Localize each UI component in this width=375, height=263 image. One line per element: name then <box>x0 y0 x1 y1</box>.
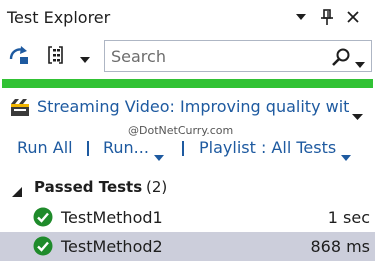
passed-check-icon <box>33 207 53 227</box>
test-row[interactable]: TestMethod1 1 sec <box>0 203 375 232</box>
test-name: TestMethod2 <box>61 237 163 256</box>
playlist-icon <box>9 97 31 119</box>
playlist-selector[interactable]: Streaming Video: Improving quality wit <box>0 94 375 124</box>
collapse-triangle-icon[interactable] <box>12 182 22 201</box>
search-box[interactable] <box>104 40 372 72</box>
chevron-down-icon[interactable] <box>341 146 351 165</box>
separator <box>182 141 184 156</box>
group-count: (2) <box>146 178 168 196</box>
pin-icon[interactable] <box>316 6 338 28</box>
run-tests-button[interactable] <box>8 43 30 71</box>
test-name: TestMethod1 <box>61 208 163 227</box>
test-progress-bar <box>2 79 373 88</box>
group-by-button[interactable] <box>48 43 90 71</box>
progress-fill <box>2 79 373 88</box>
group-label: Passed Tests <box>34 178 143 196</box>
playlist-menu[interactable]: Playlist : All Tests <box>199 138 336 157</box>
window-title: Test Explorer <box>7 8 111 27</box>
chevron-down-icon[interactable] <box>352 105 363 124</box>
group-by-icon <box>48 44 72 70</box>
command-bar: Run All Run... Playlist : All Tests <box>0 133 375 163</box>
run-all-link[interactable]: Run All <box>17 138 73 157</box>
separator <box>87 141 89 156</box>
playlist-title: Streaming Video: Improving quality wit <box>37 97 349 116</box>
search-options-chevron-icon[interactable] <box>355 53 365 68</box>
title-bar: Test Explorer <box>0 0 375 37</box>
test-duration: 868 ms <box>310 237 370 256</box>
chevron-down-icon[interactable] <box>290 6 312 28</box>
test-row[interactable]: TestMethod2 868 ms <box>0 232 375 261</box>
run-menu[interactable]: Run... <box>103 138 149 157</box>
run-tests-icon <box>8 44 30 70</box>
close-icon[interactable] <box>342 6 364 28</box>
group-header-passed[interactable]: Passed Tests (2) <box>0 174 375 200</box>
search-input[interactable] <box>105 41 325 71</box>
passed-check-icon <box>33 236 53 256</box>
chevron-down-icon[interactable] <box>80 48 90 67</box>
search-icon[interactable] <box>331 47 351 67</box>
test-duration: 1 sec <box>327 208 370 227</box>
chevron-down-icon[interactable] <box>154 146 164 165</box>
